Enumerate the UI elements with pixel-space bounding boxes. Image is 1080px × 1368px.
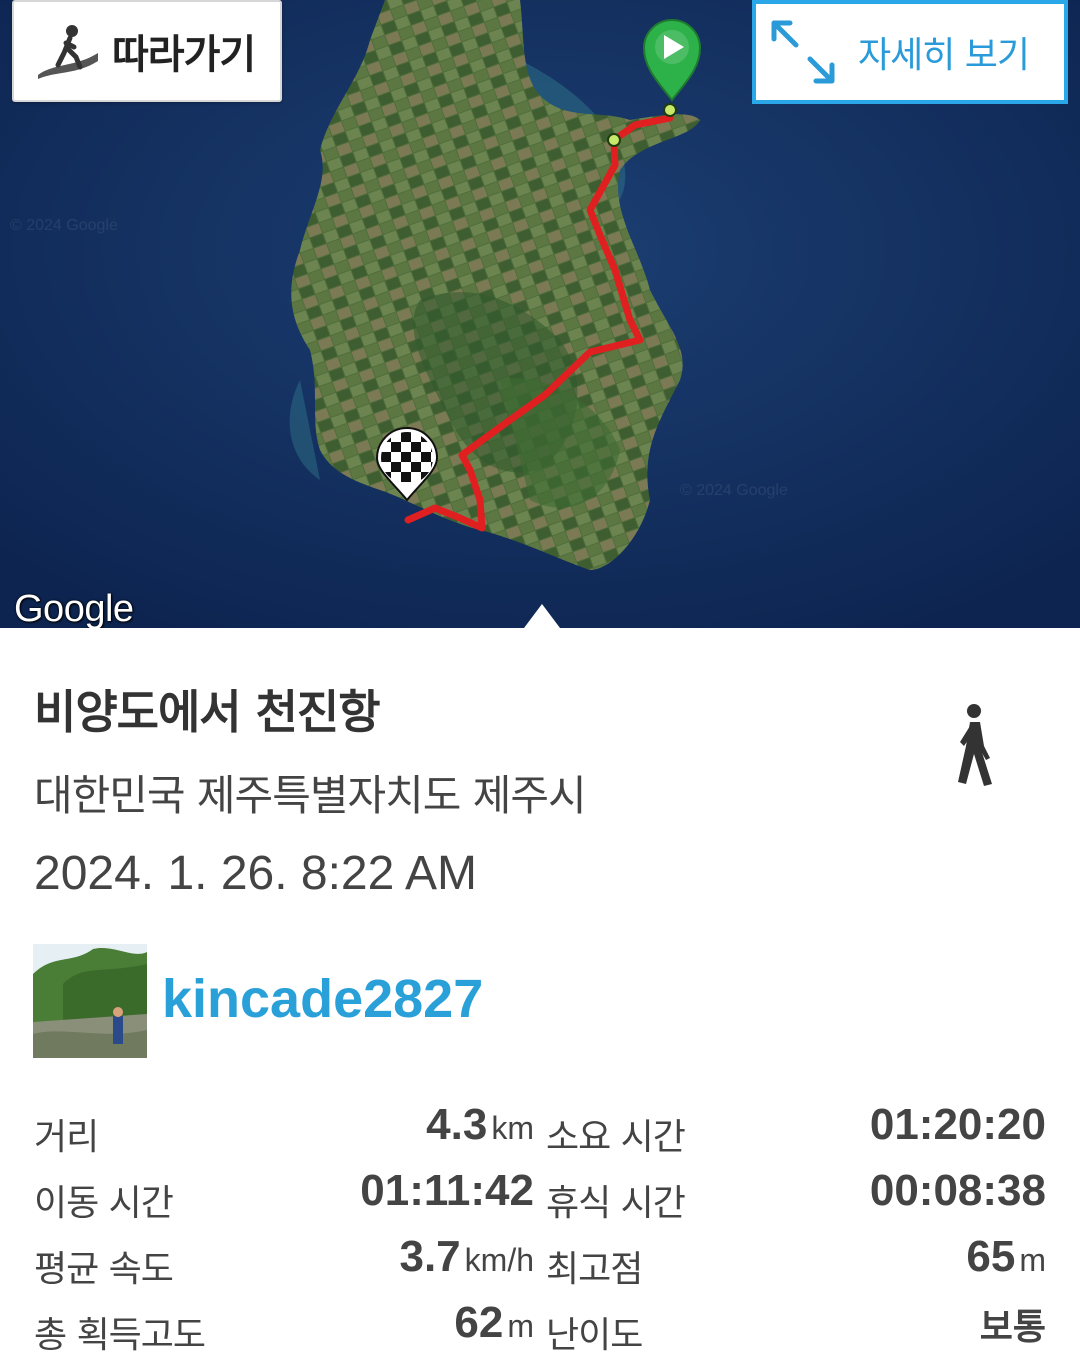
avatar-photo: [33, 944, 147, 1058]
stat-label-distance: 거리: [34, 1117, 99, 1158]
stats-row: 거리 4.3 km 소요 시간 01:20:20: [0, 1098, 1080, 1164]
stat-label-max-elevation: 최고점: [546, 1249, 643, 1290]
track-address: 대한민국 제주특별자치도 제주시: [34, 771, 587, 820]
stat-label-moving-time: 이동 시간: [34, 1183, 174, 1224]
follow-button-label: 따라가기: [112, 32, 256, 78]
stat-value-avg-speed: 3.7 km/h: [399, 1232, 534, 1281]
stat-value-total-time: 01:20:20: [869, 1100, 1046, 1149]
map-view[interactable]: © 2024 Google © 2024 Google 따라가기 자세히 보기 …: [0, 0, 1080, 628]
stat-label-rest-time: 휴식 시간: [546, 1183, 686, 1224]
stats-row: 총 획득고도 62 m 난이도 보통: [0, 1296, 1080, 1362]
svg-text:© 2024 Google: © 2024 Google: [10, 217, 118, 234]
track-title: 비양도에서 천진항: [34, 685, 381, 739]
google-attribution: Google: [14, 588, 134, 628]
stats-row: 평균 속도 3.7 km/h 최고점 65 m: [0, 1230, 1080, 1296]
svg-text:© 2024 Google: © 2024 Google: [680, 482, 788, 499]
stat-value-difficulty: 보통: [979, 1307, 1046, 1348]
panel-pointer: [524, 604, 560, 628]
stat-label-avg-speed: 평균 속도: [34, 1249, 174, 1290]
stat-value-elevation-gain: 62 m: [454, 1298, 534, 1347]
stat-value-moving-time: 01:11:42: [360, 1166, 534, 1215]
stat-value-distance: 4.3 km: [426, 1100, 534, 1149]
stat-label-total-time: 소요 시간: [546, 1117, 686, 1158]
username-link[interactable]: kincade2827: [162, 968, 483, 1030]
track-datetime: 2024. 1. 26. 8:22 AM: [34, 847, 477, 900]
stat-value-rest-time: 00:08:38: [869, 1166, 1046, 1215]
stat-label-difficulty: 난이도: [546, 1315, 643, 1356]
stat-value-max-elevation: 65 m: [966, 1232, 1046, 1281]
follow-button[interactable]: 따라가기: [12, 0, 282, 102]
detail-view-button[interactable]: 자세히 보기: [752, 0, 1068, 104]
expand-arrows-icon: [771, 20, 835, 84]
follow-trail-icon: [38, 25, 98, 79]
stats-row: 이동 시간 01:11:42 휴식 시간 00:08:38: [0, 1164, 1080, 1230]
stats-table: 거리 4.3 km 소요 시간 01:20:20 이동 시간 01:11:42 휴…: [0, 1098, 1080, 1362]
detail-view-label: 자세히 보기: [858, 35, 1030, 76]
stat-label-elevation-gain: 총 획득고도: [34, 1315, 206, 1356]
user-avatar[interactable]: [33, 944, 147, 1058]
walking-person-icon: [958, 704, 992, 786]
